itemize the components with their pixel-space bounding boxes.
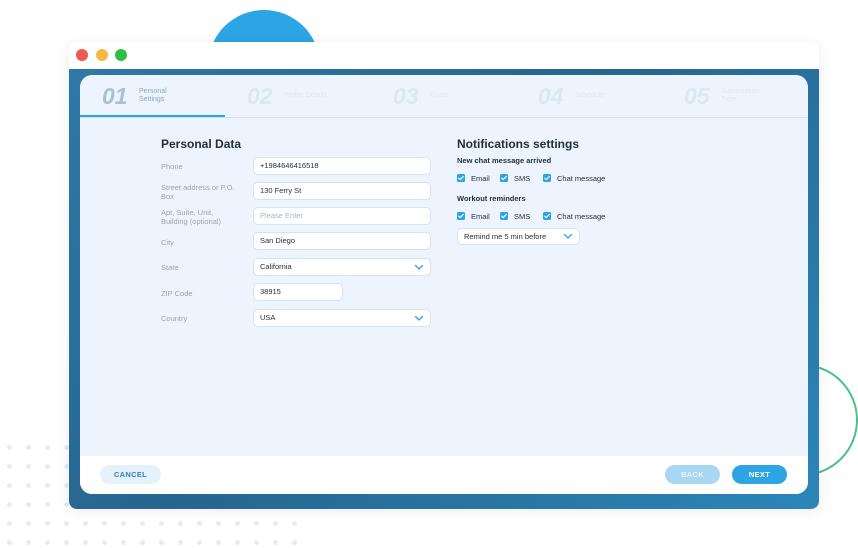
window-titlebar (69, 42, 819, 69)
chat-sms-label: SMS (514, 174, 531, 183)
step-2[interactable]: 02 Profile Details (247, 75, 367, 117)
remind-time-select[interactable]: Remind me 5 min before (457, 228, 580, 245)
chat-message-checkbox[interactable] (543, 174, 551, 182)
personal-data-title: Personal Data (161, 137, 242, 151)
step-number: 04 (538, 83, 564, 109)
zip-label: ZIP Code (161, 289, 193, 298)
zip-input[interactable]: 38915 (253, 283, 343, 301)
step-5[interactable]: 05 Subscription Type (684, 75, 804, 117)
workout-message-label: Chat message (557, 212, 606, 221)
step-label: Goals (430, 92, 449, 99)
step-3[interactable]: 03 Goals (393, 75, 513, 117)
workout-sms-label: SMS (514, 212, 531, 221)
window-frame: 01 Personal Settings 02 Profile Details … (69, 69, 819, 509)
workout-email-label: Email (471, 212, 490, 221)
check-icon (501, 175, 507, 181)
back-button[interactable]: BACK (665, 465, 720, 484)
step-number: 02 (247, 83, 273, 109)
street-input[interactable]: 130 Ferry St (253, 182, 431, 200)
step-1[interactable]: 01 Personal Settings (102, 75, 222, 117)
notifications-title: Notifications settings (457, 137, 580, 151)
apt-label: Apt, Suite, Unit, Building (optional) (161, 208, 222, 226)
city-input[interactable]: San Diego (253, 232, 431, 250)
step-label: Personal Settings (139, 88, 167, 103)
app-window: 01 Personal Settings 02 Profile Details … (69, 42, 819, 509)
chat-sms-checkbox[interactable] (500, 174, 508, 182)
step-label: Profile Details (284, 92, 328, 99)
chat-message-label: Chat message (557, 174, 606, 183)
chat-email-label: Email (471, 174, 490, 183)
active-step-indicator (80, 115, 225, 117)
city-label: City (161, 238, 174, 247)
step-number: 05 (684, 83, 710, 109)
apt-input[interactable]: Please Enter (253, 207, 431, 225)
state-label: State (161, 263, 179, 272)
maximize-window-button[interactable] (115, 49, 127, 61)
workout-message-checkbox[interactable] (543, 212, 551, 220)
step-4[interactable]: 04 Schedule (538, 75, 658, 117)
next-button[interactable]: NEXT (732, 465, 787, 484)
check-icon (544, 213, 550, 219)
workout-email-checkbox[interactable] (457, 212, 465, 220)
step-number: 03 (393, 83, 419, 109)
country-value: USA (260, 313, 276, 322)
state-select[interactable]: California (253, 258, 431, 276)
chat-notifications-title: New chat message arrived (457, 156, 552, 165)
wizard-footer: CANCEL BACK NEXT (80, 456, 808, 494)
check-icon (458, 213, 464, 219)
step-number: 01 (102, 83, 128, 109)
chevron-down-icon (563, 233, 573, 239)
wizard-card: 01 Personal Settings 02 Profile Details … (80, 75, 808, 494)
check-icon (458, 175, 464, 181)
cancel-button[interactable]: CANCEL (100, 465, 161, 484)
close-window-button[interactable] (76, 49, 88, 61)
chat-email-checkbox[interactable] (457, 174, 465, 182)
country-select[interactable]: USA (253, 309, 431, 327)
wizard-stepper: 01 Personal Settings 02 Profile Details … (80, 75, 808, 118)
check-icon (501, 213, 507, 219)
workout-reminders-title: Workout reminders (457, 194, 526, 203)
phone-label: Phone (161, 162, 183, 171)
workout-sms-checkbox[interactable] (500, 212, 508, 220)
minimize-window-button[interactable] (96, 49, 108, 61)
step-label: Schedule (575, 92, 605, 99)
country-label: Country (161, 314, 188, 323)
remind-time-value: Remind me 5 min before (464, 232, 547, 241)
chevron-down-icon (414, 264, 424, 270)
phone-input[interactable]: +1984646416518 (253, 157, 431, 175)
state-value: California (260, 262, 292, 271)
step-label: Subscription Type (721, 88, 760, 103)
street-label: Street address or P.O. Box (161, 183, 235, 201)
check-icon (544, 175, 550, 181)
chevron-down-icon (414, 315, 424, 321)
